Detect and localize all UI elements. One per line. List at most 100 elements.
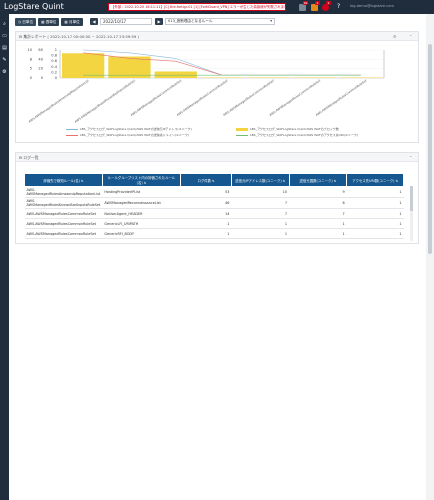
alert-banner[interactable]: 【外部 : 2022-10-20 16:11:11】[C] the-fortig… [108, 3, 286, 11]
column-header[interactable]: ルールグループリスト内の評価されたルール(名)⇅ [101, 173, 182, 187]
top-bar: LogStare Quint 【外部 : 2022-10-20 16:11:11… [0, 0, 434, 14]
cell-source-country: 9 [289, 186, 347, 198]
table-row[interactable]: AWS-AWSManagedRulesCommonRuleSet Generic… [24, 228, 404, 239]
date-input[interactable]: 2022/10/17 [100, 18, 152, 25]
report-panel-header: ⊟ 集計レポート ( 2022-10-17 00:00:00 ~ 2022-10… [16, 32, 418, 41]
legend-item[interactable]: LBS_アクセスログ_WAFLogStare Quint/AWS WAFのブロッ… [236, 127, 339, 131]
cell-uri: 1 [346, 197, 404, 209]
cell-rule-name: NoUserAgent_HEADER [102, 208, 181, 219]
y-tick-label: 40 [38, 57, 43, 61]
legend-label: LBS_アクセスログ_WAFLogStare Quint/AWS WAFの送信先… [80, 133, 190, 137]
app-logo: LogStare Quint [4, 2, 64, 11]
app-window: LogStare Quint 【外部 : 2022-10-20 16:11:11… [0, 0, 434, 500]
cell-source-country: 1 [289, 218, 347, 229]
cell-source-country: 6 [289, 197, 347, 209]
cell-log-count: 1 [180, 228, 232, 239]
column-header[interactable]: 送信元IPアドレス数(ユニーク)⇅ [230, 173, 290, 187]
legend-item[interactable]: LBS_アクセスログ_WAFLogStare Quint/AWS WAFのアクセ… [236, 133, 358, 137]
cell-source-ip: 7 [231, 197, 290, 209]
monitor-icon[interactable]: ▭ [2, 33, 8, 39]
question-icon[interactable]: ? [337, 3, 340, 10]
page-scrollbar[interactable] [426, 14, 434, 500]
page-scroll-thumb[interactable] [428, 44, 432, 254]
error-icon[interactable] [322, 4, 329, 11]
sort-icon: ⇅ [80, 178, 84, 183]
gear-icon[interactable]: ⚙ [2, 69, 8, 75]
log-panel-header: ⊟ ログ一覧 ⌃ [16, 153, 418, 162]
legend-label: LBS_アクセスログ_WAFLogStare Quint/AWS WAFのアクセ… [250, 133, 359, 137]
y-tick-label: 10 [27, 48, 32, 52]
weekly-button[interactable]: ▦ 週単位 [38, 18, 60, 26]
legend-swatch [66, 134, 78, 136]
x-tick-label: AWS-AWSManagedRulesCommonRuleSet [176, 78, 229, 117]
y-tick-label: 8 [30, 57, 33, 61]
x-tick-label: AWS-AWSManagedRulesCommonRuleSet [222, 78, 275, 117]
warning-icon[interactable] [311, 4, 318, 11]
next-date-button[interactable]: ▶ [155, 18, 163, 25]
y-tick-label: 0.8 [51, 54, 57, 58]
legend-item[interactable]: LBS_アクセスログ_WAFLogStare Quint/AWS WAFの送信先… [66, 133, 189, 137]
warning-badge: 2 [315, 1, 320, 5]
cell-rule-group: AWS-AWSManagedRulesAmazonIpReputationLis… [24, 186, 103, 198]
y-tick-label: 60 [38, 48, 43, 52]
cell-rule-group: AWS-AWSManagedRulesCommonRuleSet [24, 218, 103, 229]
column-header[interactable]: 評価先で検知ルール(名)⇅ [24, 173, 103, 187]
chevron-up-icon[interactable]: ⌃ [409, 153, 412, 162]
collapse-icon[interactable]: ⊟ [19, 34, 22, 39]
column-header-label: 評価先で検知ルール(名) [43, 178, 80, 183]
chevron-up-icon[interactable]: ⌃ [409, 32, 412, 41]
cell-source-ip: 1 [231, 218, 290, 229]
sort-icon: ⇅ [143, 181, 147, 185]
y-tick-label: 20 [38, 67, 43, 71]
table-row[interactable]: AWS-AWSManagedRulesCommonRuleSet NoUserA… [24, 208, 404, 219]
search-icon[interactable]: ⌕ [2, 21, 8, 27]
collapse-icon[interactable]: ⊟ [19, 155, 22, 160]
legend-label: LBS_アクセスログ_WAFLogStare Quint/AWS WAFのブロッ… [250, 127, 339, 131]
x-tick-label: AWS-AWSManagedRulesCommonRuleSet [269, 78, 322, 117]
rule-filter-select[interactable]: 013_遮断理由となるルール ▾ [165, 18, 275, 25]
notification-icon[interactable] [299, 4, 306, 11]
daily-button[interactable]: ◷ 日単位 [15, 18, 37, 26]
bar [154, 71, 197, 78]
settings-icon[interactable]: ⚙ [393, 32, 397, 41]
cell-source-ip: 7 [231, 208, 290, 219]
y-tick-label: 5 [30, 67, 32, 71]
column-header[interactable]: アクセス先URI数(ユニーク)⇅ [346, 173, 404, 187]
column-header[interactable]: 送信元国数(ユニーク)⇅ [288, 173, 348, 187]
legend-swatch [236, 134, 248, 136]
sort-icon: ⇅ [395, 178, 398, 183]
y-tick-label: 0.4 [51, 65, 57, 69]
user-account[interactable]: log-demo@logstare.com [350, 4, 394, 8]
report-panel-title: 集計レポート ( 2022-10-17 00:00:00 ~ 2022-10-1… [23, 34, 140, 39]
prev-date-button[interactable]: ◀ [90, 18, 98, 25]
y-tick-label: 0.6 [51, 59, 57, 63]
table-row[interactable]: AWS-AWSManagedRulesKnownBadInputsRuleSet… [24, 197, 404, 209]
y-tick-label: 0 [30, 76, 33, 80]
monthly-button[interactable]: ▦ 月単位 [61, 18, 83, 26]
table-row[interactable]: AWS-AWSManagedRulesAmazonIpReputationLis… [24, 186, 404, 198]
chevron-down-icon: ▾ [270, 19, 272, 23]
table-scrollbar[interactable] [410, 186, 413, 241]
cell-source-ip: 10 [231, 186, 290, 198]
wrench-icon[interactable]: ✎ [2, 57, 8, 63]
table-scroll-thumb[interactable] [410, 186, 413, 211]
report-panel: ⊟ 集計レポート ( 2022-10-17 00:00:00 ~ 2022-10… [15, 31, 419, 143]
sort-icon: ⇅ [333, 178, 337, 183]
cell-rule-group: AWS-AWSManagedRulesCommonRuleSet [24, 208, 103, 219]
column-header-label: 送信元国数(ユニーク) [299, 178, 333, 183]
legend-label: LBS_アクセスログ_WAFLogStare Quint/AWS WAFの送信元… [80, 127, 192, 131]
x-tick-label: AWS-AWSManagedRulesCommonRuleSet [130, 78, 183, 117]
table-row[interactable]: AWS-AWSManagedRulesCommonRuleSet Generic… [24, 218, 404, 229]
log-list-panel: ⊟ ログ一覧 ⌃ 評価先で検知ルール(名)⇅ ルールグループリスト内の評価された… [15, 152, 419, 244]
column-header-label: ルールグループリスト内の評価されたルール(名) [107, 176, 176, 185]
cell-uri: 1 [346, 228, 404, 239]
cell-log-count: 1 [180, 218, 232, 229]
column-header[interactable]: ログ件数⇅ [180, 173, 232, 187]
period-toolbar: ◷ 日単位 ▦ 週単位 ▦ 月単位 [15, 18, 83, 28]
y-tick-label: 1 [55, 48, 57, 52]
chat-icon[interactable]: ▤ [2, 45, 8, 51]
sort-icon: ⇅ [212, 178, 215, 183]
legend-item[interactable]: LBS_アクセスログ_WAFLogStare Quint/AWS WAFの送信元… [66, 127, 192, 131]
x-tick-label: AWS-AWSManagedRulesCommonRuleSet [315, 78, 368, 117]
cell-rule-name: HostingProviderIPList [102, 186, 181, 198]
